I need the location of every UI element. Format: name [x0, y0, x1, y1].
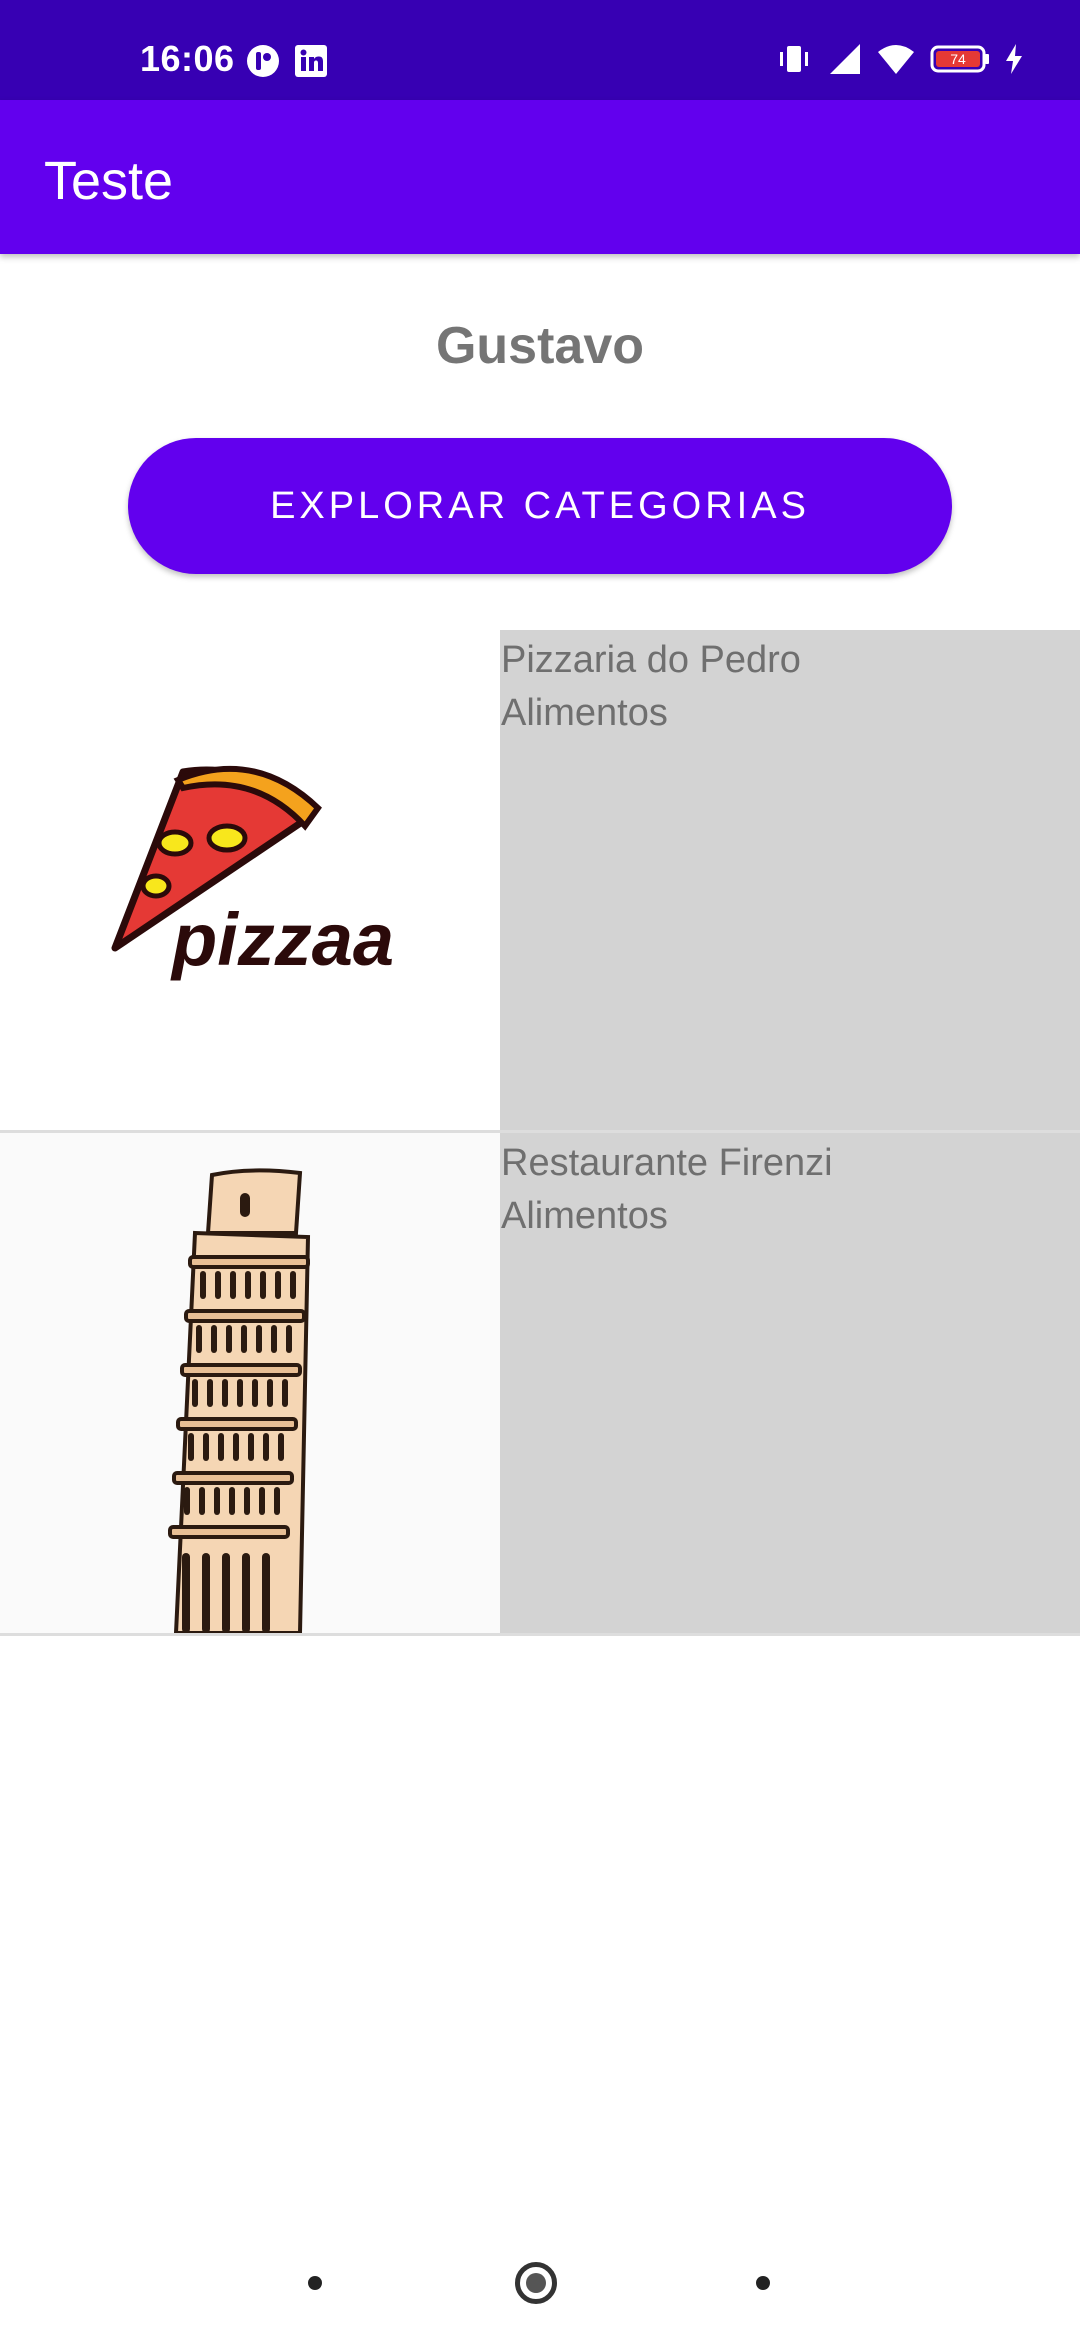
charging-icon — [1004, 42, 1024, 81]
wifi-icon — [876, 42, 916, 81]
home-button[interactable] — [515, 2262, 557, 2304]
store-row-firenzi[interactable]: Restaurante Firenzi Alimentos — [0, 1133, 1080, 1636]
signal-icon — [828, 42, 862, 81]
recents-button[interactable] — [756, 2276, 770, 2290]
battery-level: 74 — [950, 51, 966, 67]
store-name: Pizzaria do Pedro — [501, 639, 801, 681]
store-row-pizzaria[interactable]: pizzaa Pizzaria do Pedro Alimentos — [0, 630, 1080, 1133]
vibrate-icon — [774, 42, 814, 81]
pizza-logo-image: pizzaa — [0, 630, 500, 1130]
store-name: Restaurante Firenzi — [501, 1142, 833, 1184]
leaning-tower-image — [0, 1133, 500, 1633]
store-list: pizzaa Pizzaria do Pedro Alimentos Resta… — [0, 630, 1080, 1636]
pizza-logo-text: pizzaa — [170, 898, 394, 981]
battery-icon: 74 — [930, 42, 990, 81]
explore-categories-button[interactable]: EXPLORAR CATEGORIAS — [128, 438, 952, 574]
store-category: Alimentos — [501, 692, 668, 734]
navigation-bar — [0, 2220, 1080, 2340]
user-name: Gustavo — [435, 317, 645, 375]
store-category: Alimentos — [501, 1195, 668, 1237]
cultural-app-icon — [246, 44, 280, 83]
linkedin-icon — [294, 44, 328, 83]
status-bar: 16:06 74 — [0, 0, 1080, 100]
app-title: Teste — [44, 151, 174, 211]
back-button[interactable] — [308, 2276, 322, 2290]
store-info: Pizzaria do Pedro Alimentos — [500, 630, 1080, 1130]
store-info: Restaurante Firenzi Alimentos — [500, 1133, 1080, 1633]
status-time: 16:06 — [140, 38, 235, 79]
